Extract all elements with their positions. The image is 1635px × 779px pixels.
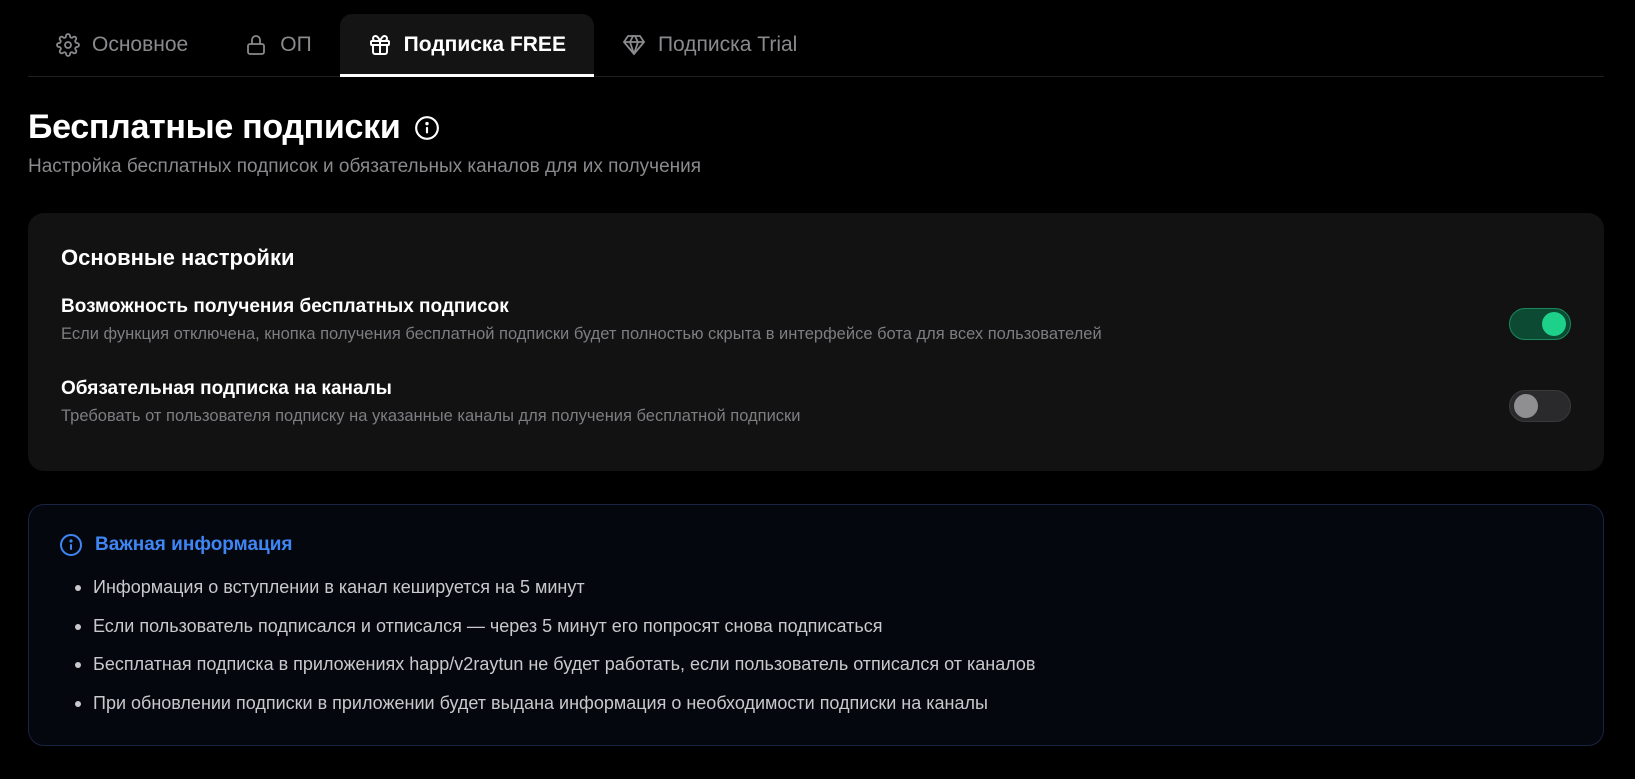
gear-icon: [56, 33, 80, 57]
notice-header: Важная информация: [59, 533, 1573, 557]
tab-free-subscription[interactable]: Подписка FREE: [339, 14, 595, 77]
page: Основное ОП Подписка FREE Подписка Trial…: [0, 0, 1635, 779]
setting-label: Обязательная подписка на каналы: [61, 378, 392, 399]
list-item: При обновлении подписки в приложении буд…: [75, 691, 1573, 730]
required-channels-toggle[interactable]: [1509, 390, 1571, 422]
setting-description: Если функция отключена, кнопка получения…: [61, 325, 1102, 343]
page-subtitle: Настройка бесплатных подписок и обязател…: [28, 156, 702, 177]
tab-op[interactable]: ОП: [216, 14, 339, 76]
list-item: Если пользователь подписался и отписался…: [75, 614, 1573, 653]
info-icon[interactable]: [414, 115, 440, 141]
notice-list: Информация о вступлении в канал кеширует…: [59, 575, 1573, 729]
setting-label: Возможность получения бесплатных подписо…: [61, 296, 509, 317]
free-subscriptions-toggle[interactable]: [1509, 308, 1571, 340]
tab-label: Подписка Trial: [657, 33, 798, 56]
tab-label: Основное: [92, 33, 189, 56]
tab-trial-subscription[interactable]: Подписка Trial: [594, 14, 825, 76]
tab-label: Подписка FREE: [403, 33, 566, 56]
list-item: Информация о вступлении в канал кеширует…: [75, 575, 1573, 614]
page-title-row: Бесплатные подписки: [28, 108, 440, 147]
gift-icon: [368, 33, 392, 57]
setting-free-subscriptions: Возможность получения бесплатных подписо…: [61, 296, 1571, 378]
list-item: Бесплатная подписка в приложениях happ/v…: [75, 652, 1573, 691]
tab-bar: Основное ОП Подписка FREE Подписка Trial: [28, 14, 1604, 77]
page-title: Бесплатные подписки: [28, 108, 401, 146]
diamond-icon: [622, 33, 646, 57]
settings-card: Основные настройки Возможность получения…: [28, 213, 1604, 471]
tab-label: ОП: [280, 33, 312, 56]
tab-basic[interactable]: Основное: [28, 14, 216, 76]
info-icon: [60, 534, 82, 556]
setting-required-channels: Обязательная подписка на каналы Требоват…: [61, 378, 1571, 460]
lock-icon: [244, 33, 268, 57]
toggle-knob: [1542, 312, 1566, 336]
setting-description: Требовать от пользователя подписку на ук…: [61, 407, 801, 425]
important-info-box: Важная информация Информация о вступлени…: [28, 504, 1604, 746]
toggle-knob: [1514, 394, 1538, 418]
notice-title: Важная информация: [95, 534, 293, 555]
settings-card-title: Основные настройки: [61, 245, 295, 270]
